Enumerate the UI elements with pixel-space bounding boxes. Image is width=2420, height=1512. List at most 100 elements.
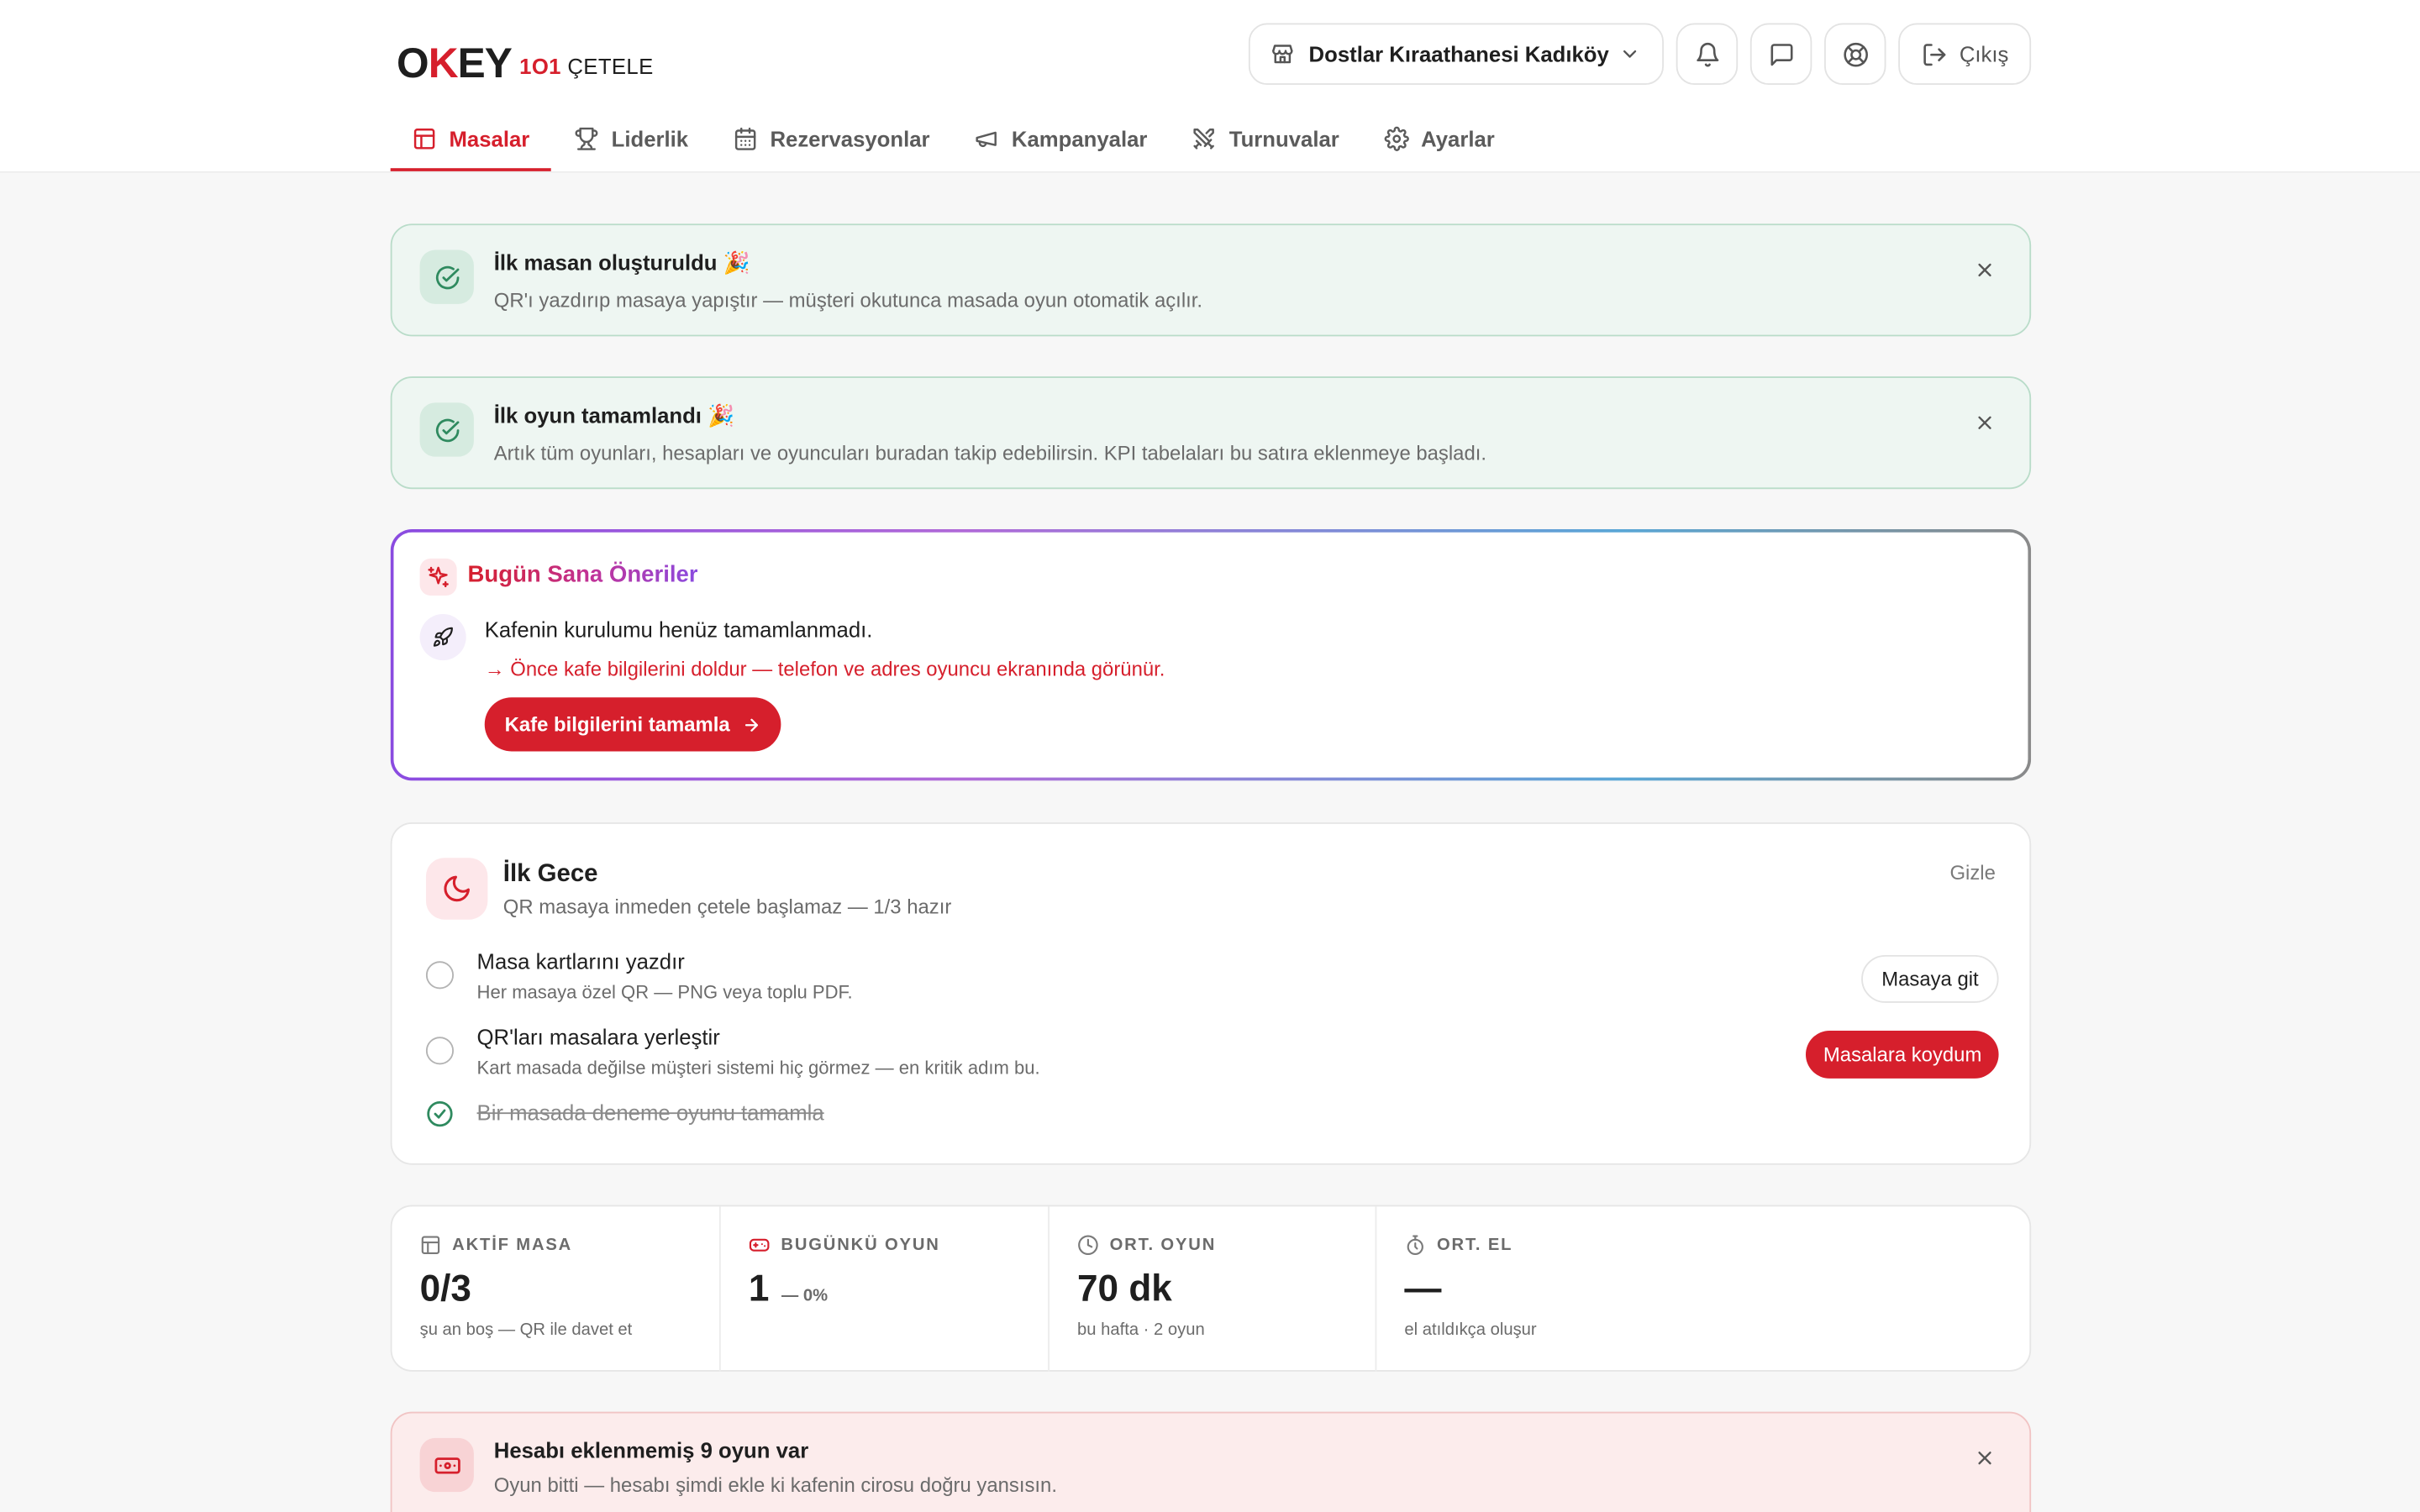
logo-ey: EY: [457, 39, 513, 87]
complete-cafe-info-button[interactable]: Kafe bilgilerini tamamla: [484, 697, 781, 752]
placed-on-tables-button[interactable]: Masalara koydum: [1806, 1030, 1999, 1079]
first-night-title: İlk Gece: [502, 860, 598, 888]
chevron-down-icon: [1623, 50, 1637, 58]
task-checkbox[interactable]: [425, 961, 454, 990]
tab-rezervasyonlar[interactable]: Rezervasyonlar: [712, 108, 952, 170]
suggestions-card: Bugün Sana Öneriler Kafenin kurulumu hen…: [391, 529, 2031, 780]
stopwatch-icon: [1407, 1235, 1423, 1256]
top-bar: OKEY 1O1 ÇETELE Dostlar Kıraathanesi Kad…: [0, 0, 2420, 173]
brand-logo[interactable]: OKEY 1O1 ÇETELE: [397, 31, 654, 87]
logo-subtitle: 1O1 ÇETELE: [519, 54, 653, 78]
first-night-desc: QR masaya inmeden çetele başlamaz — 1/3 …: [502, 895, 952, 918]
tab-label: Kampanyalar: [1011, 126, 1148, 151]
kpi-delta: — 0%: [781, 1286, 829, 1305]
tab-turnuvalar[interactable]: Turnuvalar: [1171, 108, 1360, 170]
kpi-label: ORT. EL: [1404, 1234, 2002, 1256]
arrow-right-icon: [744, 717, 758, 731]
tab-masalar[interactable]: Masalar: [390, 108, 552, 171]
rocket-badge: [419, 614, 466, 661]
kpi-value: 0/3: [420, 1268, 692, 1311]
tab-label: Ayarlar: [1421, 126, 1495, 151]
kpi-label-text: ORT. EL: [1437, 1236, 1513, 1255]
tab-liderlik[interactable]: Liderlik: [553, 108, 710, 170]
kpi-active-tables: AKTİF MASA 0/3 şu an boş — QR ile davet …: [392, 1206, 721, 1372]
sparkles-icon: [428, 566, 449, 588]
task-print-cards: Masa kartlarını yazdır Her masaya özel Q…: [425, 948, 1999, 1011]
cta-label: Kafe bilgilerini tamamla: [504, 712, 730, 737]
close-icon[interactable]: [1974, 412, 1996, 433]
task-checkbox[interactable]: [425, 1037, 454, 1065]
close-icon[interactable]: [1974, 260, 1996, 281]
kpi-sub: şu an boş — QR ile davet et: [419, 1320, 633, 1340]
logout-icon: [1923, 43, 1945, 66]
task-desc: Her masaya özel QR — PNG veya toplu PDF.: [476, 981, 853, 1003]
alert-badge: [419, 1437, 474, 1493]
check-circle-icon: [435, 417, 459, 442]
kpi-value: 70 dk: [1077, 1268, 1347, 1311]
hide-button[interactable]: Gizle: [1949, 861, 1995, 885]
moon-icon: [444, 875, 470, 902]
sparkles-badge: [419, 558, 457, 596]
logout-button[interactable]: Çıkış: [1898, 23, 2032, 86]
close-icon[interactable]: [1974, 1447, 1996, 1469]
table-icon: [413, 128, 435, 149]
check-circle-icon: [435, 265, 459, 289]
bell-icon: [1696, 42, 1718, 66]
app-root: OKEY 1O1 ÇETELE Dostlar Kıraathanesi Kad…: [0, 0, 2420, 1512]
logo-o: O: [397, 39, 429, 87]
moon-badge: [425, 858, 488, 920]
kpi-label: AKTİF MASA: [420, 1234, 692, 1256]
kpi-label-text: BUGÜNKÜ OYUN: [781, 1236, 940, 1255]
task-title: Masa kartlarını yazdır: [476, 948, 685, 974]
lifebuoy-icon: [1843, 41, 1868, 66]
kpi-sub: el atıldıkça oluşur: [1404, 1320, 1537, 1340]
kpi-label-text: ORT. OYUN: [1109, 1236, 1217, 1255]
table-icon: [421, 1236, 440, 1254]
task-title: QR'ları masalara yerleştir: [476, 1024, 720, 1049]
kpi-value-text: 1: [748, 1268, 770, 1310]
gamepad-icon: [749, 1238, 770, 1252]
logo-sub-text: ÇETELE: [567, 54, 654, 79]
logo-tiles: 1O1: [519, 54, 561, 79]
messages-button[interactable]: [1749, 23, 1812, 86]
kpi-value: 1 — 0%: [749, 1268, 1020, 1311]
notice-first-table: İlk masan oluşturuldu 🎉 QR'ı yazdırıp ma…: [390, 223, 2032, 337]
notice-first-game: İlk oyun tamamlandı 🎉 Artık tüm oyunları…: [390, 376, 2032, 490]
kpi-value-text: 70 dk: [1077, 1268, 1172, 1310]
kpi-label: ORT. OYUN: [1077, 1234, 1347, 1256]
kpi-value: —: [1404, 1268, 2002, 1311]
notifications-button[interactable]: [1676, 23, 1739, 86]
suggestions-heading: Bugün Sana Öneriler: [467, 561, 698, 588]
megaphone-icon: [976, 131, 997, 148]
trophy-icon: [575, 127, 598, 150]
clock-icon: [1078, 1235, 1098, 1256]
kpi-label: BUGÜNKÜ OYUN: [749, 1234, 1020, 1256]
unbilled-games-alert: Hesabı eklenmemiş 9 oyun var Oyun bitti …: [390, 1411, 2032, 1512]
chat-icon: [1770, 43, 1792, 66]
kpi-sub: bu hafta · 2 oyun: [1077, 1320, 1205, 1340]
go-to-tables-button[interactable]: Masaya git: [1861, 954, 1999, 1003]
logo-k: K: [428, 39, 459, 87]
cafe-selector[interactable]: Dostlar Kıraathanesi Kadıköy: [1248, 23, 1664, 86]
tab-kampanyalar[interactable]: Kampanyalar: [953, 108, 1169, 170]
notice-desc: Artık tüm oyunları, hesapları ve oyuncul…: [493, 441, 1487, 465]
suggestion-hint: → Önce kafe bilgilerini doldur — telefon…: [484, 657, 1165, 680]
task-title: Bir masada deneme oyunu tamamla: [476, 1100, 824, 1125]
support-button[interactable]: [1824, 23, 1886, 86]
kpi-today-games: BUGÜNKÜ OYUN 1 — 0%: [721, 1206, 1050, 1372]
alert-title: Hesabı eklenmemiş 9 oyun var: [493, 1437, 809, 1463]
tab-label: Masalar: [449, 125, 530, 151]
notice-badge: [419, 402, 474, 457]
store-icon: [1272, 45, 1293, 64]
main-nav: Masalar Liderlik Rezervasyonlar Kampanya…: [390, 108, 1518, 173]
notice-title: İlk oyun tamamlandı 🎉: [493, 402, 735, 428]
first-night-card: İlk Gece QR masaya inmeden çetele başlam…: [390, 822, 2032, 1165]
logout-label: Çıkış: [1959, 41, 2009, 66]
notice-title: İlk masan oluşturuldu 🎉: [493, 249, 750, 275]
suggestion-message: Kafenin kurulumu henüz tamamlanmadı.: [484, 617, 873, 643]
kpi-strip: AKTİF MASA 0/3 şu an boş — QR ile davet …: [390, 1205, 2032, 1372]
tab-ayarlar[interactable]: Ayarlar: [1362, 108, 1516, 170]
kpi-row: AKTİF MASA 0/3 şu an boş — QR ile davet …: [392, 1206, 2030, 1372]
kpi-value-text: —: [1404, 1268, 1442, 1310]
kpi-avg-hand: ORT. EL — el atıldıkça oluşur: [1376, 1206, 2029, 1372]
